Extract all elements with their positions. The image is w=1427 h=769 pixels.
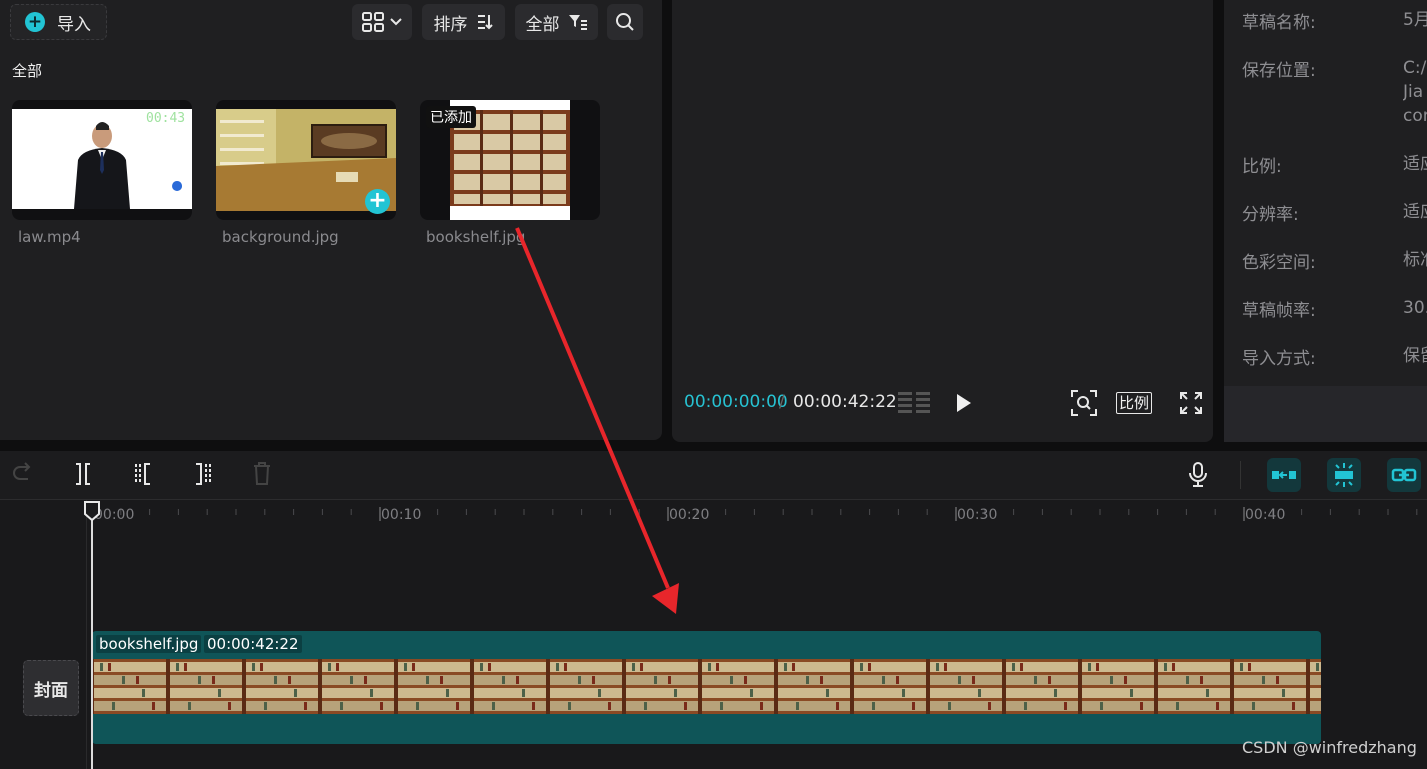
clip-name: bookshelf.jpg — [96, 635, 202, 653]
prop-value-resolution: 适应 — [1403, 202, 1427, 222]
snap-icon — [1335, 463, 1353, 487]
link-main-track-button[interactable] — [1267, 458, 1301, 492]
view-mode-button[interactable] — [352, 4, 412, 40]
ratio-button[interactable]: 比例 — [1116, 392, 1153, 414]
track-header — [0, 500, 87, 769]
search-button[interactable] — [607, 4, 643, 40]
preview-panel — [672, 0, 1213, 442]
prop-value-location-line2: Jia — [1403, 82, 1424, 102]
toolbar-divider — [1240, 461, 1241, 489]
timecode-separator: / — [779, 392, 785, 412]
split-icon[interactable] — [73, 461, 93, 487]
cover-button[interactable]: 封面 — [23, 660, 79, 716]
play-icon[interactable] — [955, 393, 973, 413]
search-icon — [616, 13, 634, 31]
tick-label: 00:40 — [1245, 507, 1286, 523]
current-timecode: 00:00:00:00 — [684, 392, 788, 412]
trim-right-icon[interactable] — [193, 461, 213, 487]
plus-icon: + — [25, 12, 45, 32]
prop-label-import-mode: 导入方式: — [1242, 349, 1316, 369]
prop-label-resolution: 分辨率: — [1242, 205, 1299, 225]
import-label: 导入 — [57, 14, 91, 35]
prop-value-name: 5月 — [1403, 10, 1427, 30]
prop-label-location: 保存位置: — [1242, 61, 1316, 81]
microphone-icon[interactable] — [1188, 461, 1208, 489]
time-ruler[interactable] — [86, 503, 1427, 523]
trim-left-icon[interactable] — [133, 461, 153, 487]
chevron-down-icon — [390, 18, 402, 26]
media-item-name: law.mp4 — [18, 228, 81, 246]
grid-view-icon — [362, 12, 384, 32]
sort-button[interactable]: 排序 — [422, 4, 505, 40]
media-item-name: bookshelf.jpg — [426, 228, 526, 246]
link-button[interactable] — [1387, 458, 1421, 492]
prop-value-import-mode: 保留 — [1403, 346, 1427, 366]
filter-icon — [568, 15, 587, 30]
clip-duration: 00:00:42:22 — [204, 635, 302, 653]
fullscreen-icon[interactable] — [1180, 392, 1202, 414]
prop-value-ratio: 适应 — [1403, 154, 1427, 174]
total-timecode: 00:00:42:22 — [793, 392, 897, 412]
link-icon — [1391, 468, 1417, 482]
playhead-line[interactable] — [91, 515, 93, 769]
media-item-law[interactable]: 00:43 — [12, 100, 192, 220]
media-item-name: background.jpg — [222, 228, 339, 246]
prop-label-ratio: 比例: — [1242, 157, 1282, 177]
media-item-bookshelf[interactable]: 已添加 — [420, 100, 600, 220]
properties-footer — [1224, 386, 1427, 442]
media-tab-all[interactable]: 全部 — [12, 60, 42, 81]
zoom-fit-icon[interactable] — [1071, 390, 1097, 416]
filter-label: 全部 — [525, 14, 560, 35]
snap-button[interactable] — [1327, 458, 1361, 492]
presenter-thumbnail: 00:43 — [12, 109, 192, 209]
watermark: CSDN @winfredzhang — [1242, 738, 1417, 757]
playhead-handle[interactable] — [83, 500, 101, 522]
import-button[interactable]: + 导入 — [10, 4, 107, 40]
tick-label: 00:20 — [669, 507, 710, 523]
clip-filmstrip — [92, 659, 1321, 714]
prop-value-framerate: 30. — [1403, 298, 1427, 318]
prop-label-colorspace: 色彩空间: — [1242, 253, 1316, 273]
timeline-toolbar — [0, 451, 1427, 500]
timeline-clip[interactable]: bookshelf.jpg 00:00:42:22 — [92, 631, 1321, 744]
waveform-list-icon[interactable] — [898, 390, 932, 414]
media-item-background[interactable]: + — [216, 100, 396, 220]
prop-value-location: C:/ — [1403, 58, 1427, 78]
filter-button[interactable]: 全部 — [515, 4, 598, 40]
tick-label: 00:30 — [957, 507, 998, 523]
prop-label-name: 草稿名称: — [1242, 13, 1316, 33]
media-panel — [0, 0, 662, 440]
sort-label: 排序 — [433, 14, 468, 35]
sort-icon — [477, 15, 493, 30]
redo-icon[interactable] — [12, 461, 34, 487]
link-left-icon — [1272, 471, 1296, 479]
delete-icon[interactable] — [252, 461, 272, 487]
prop-label-framerate: 草稿帧率: — [1242, 301, 1316, 321]
add-to-timeline-icon[interactable]: + — [365, 189, 390, 214]
prop-value-location-line3: cor — [1403, 106, 1427, 126]
tick-label: 00:10 — [381, 507, 422, 523]
added-badge: 已添加 — [426, 106, 476, 128]
video-timer-overlay: 00:43 — [146, 111, 185, 126]
prop-value-colorspace: 标准 — [1403, 250, 1427, 270]
